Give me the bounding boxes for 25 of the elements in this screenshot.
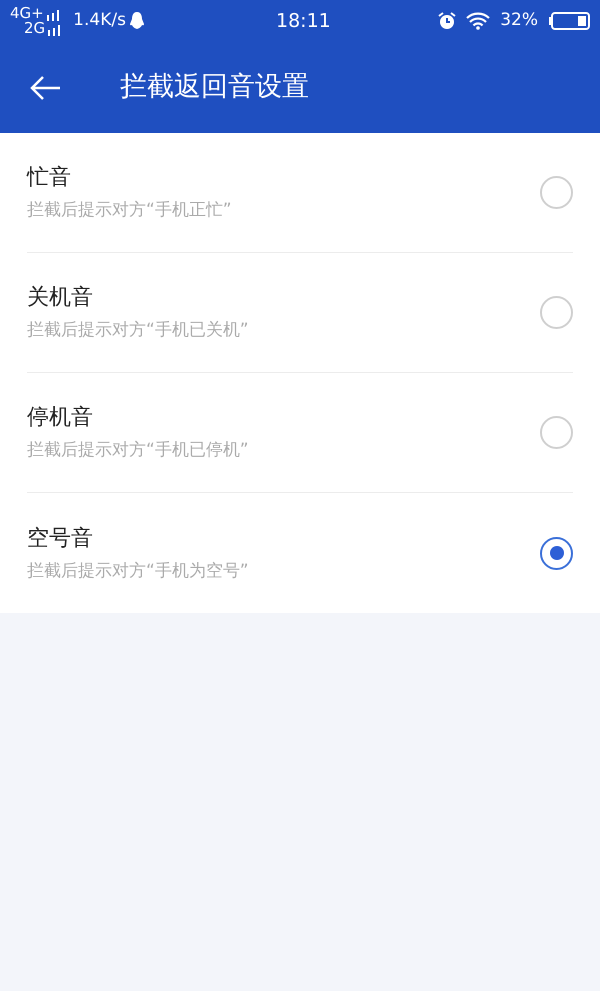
wifi-icon	[466, 12, 490, 30]
option-title: 停机音	[27, 404, 94, 432]
network-label: 4G+	[10, 6, 44, 21]
option-description: 拦截后提示对方“手机为空号”	[27, 560, 249, 583]
back-arrow-icon	[30, 74, 62, 100]
option-row[interactable]: 关机音 拦截后提示对方“手机已关机”	[27, 253, 573, 373]
option-row[interactable]: 空号音 拦截后提示对方“手机为空号”	[27, 493, 573, 613]
option-row[interactable]: 忙音 拦截后提示对方“手机正忙”	[27, 133, 573, 253]
option-title: 关机音	[27, 284, 94, 312]
network-label: 2G	[24, 21, 46, 36]
network-speed: 1.4K/s	[73, 9, 126, 32]
radio-button[interactable]	[540, 536, 573, 570]
option-title: 忙音	[27, 164, 72, 192]
clock-time: 18:11	[276, 8, 331, 34]
option-title: 空号音	[27, 524, 94, 553]
battery-percent: 32%	[500, 9, 538, 32]
alarm-icon	[438, 12, 456, 30]
page-title: 拦截返回音设置	[120, 70, 309, 104]
option-description: 拦截后提示对方“手机已停机”	[27, 439, 249, 462]
option-description: 拦截后提示对方“手机已关机”	[27, 319, 249, 342]
battery-icon	[548, 12, 590, 30]
signal-icon	[46, 9, 62, 21]
penguin-icon	[128, 11, 146, 31]
option-row[interactable]: 停机音 拦截后提示对方“手机已停机”	[27, 373, 573, 493]
option-description: 拦截后提示对方“手机正忙”	[27, 199, 232, 222]
